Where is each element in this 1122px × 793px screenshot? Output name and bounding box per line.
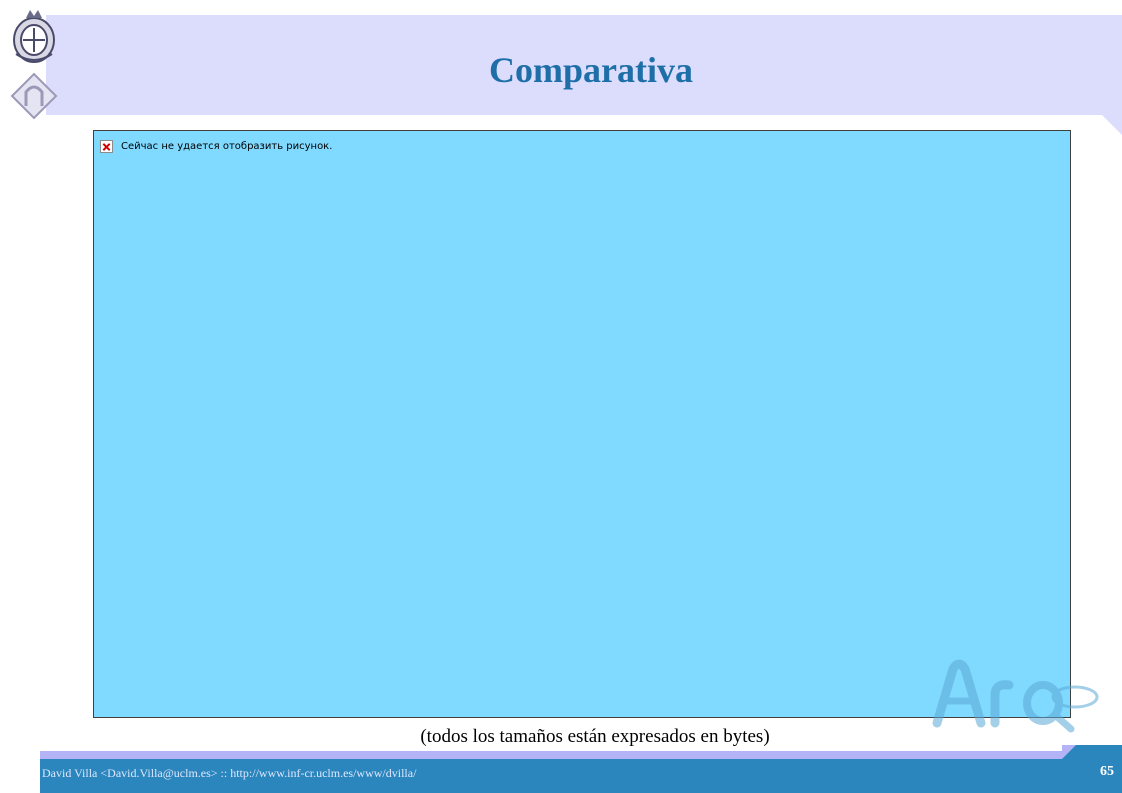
page-number: 65 bbox=[1100, 764, 1114, 779]
slide-caption: (todos los tamaños están expresados en b… bbox=[420, 726, 770, 747]
footer-author: David Villa <David.Villa@uclm.es> :: htt… bbox=[42, 766, 417, 780]
arco-group-logo bbox=[932, 659, 1099, 733]
broken-image-icon bbox=[100, 140, 113, 153]
header-corner bbox=[1102, 115, 1122, 135]
broken-image-text: Сейчас не удается отобразить рисунок. bbox=[121, 141, 333, 152]
image-placeholder: Сейчас не удается отобразить рисунок. bbox=[93, 130, 1071, 718]
footer-top-stripe bbox=[40, 751, 1122, 759]
slide-title: Comparativa bbox=[489, 50, 693, 90]
footer-tab-cut bbox=[1062, 745, 1076, 759]
broken-image-notice: Сейчас не удается отобразить рисунок. bbox=[100, 140, 332, 153]
